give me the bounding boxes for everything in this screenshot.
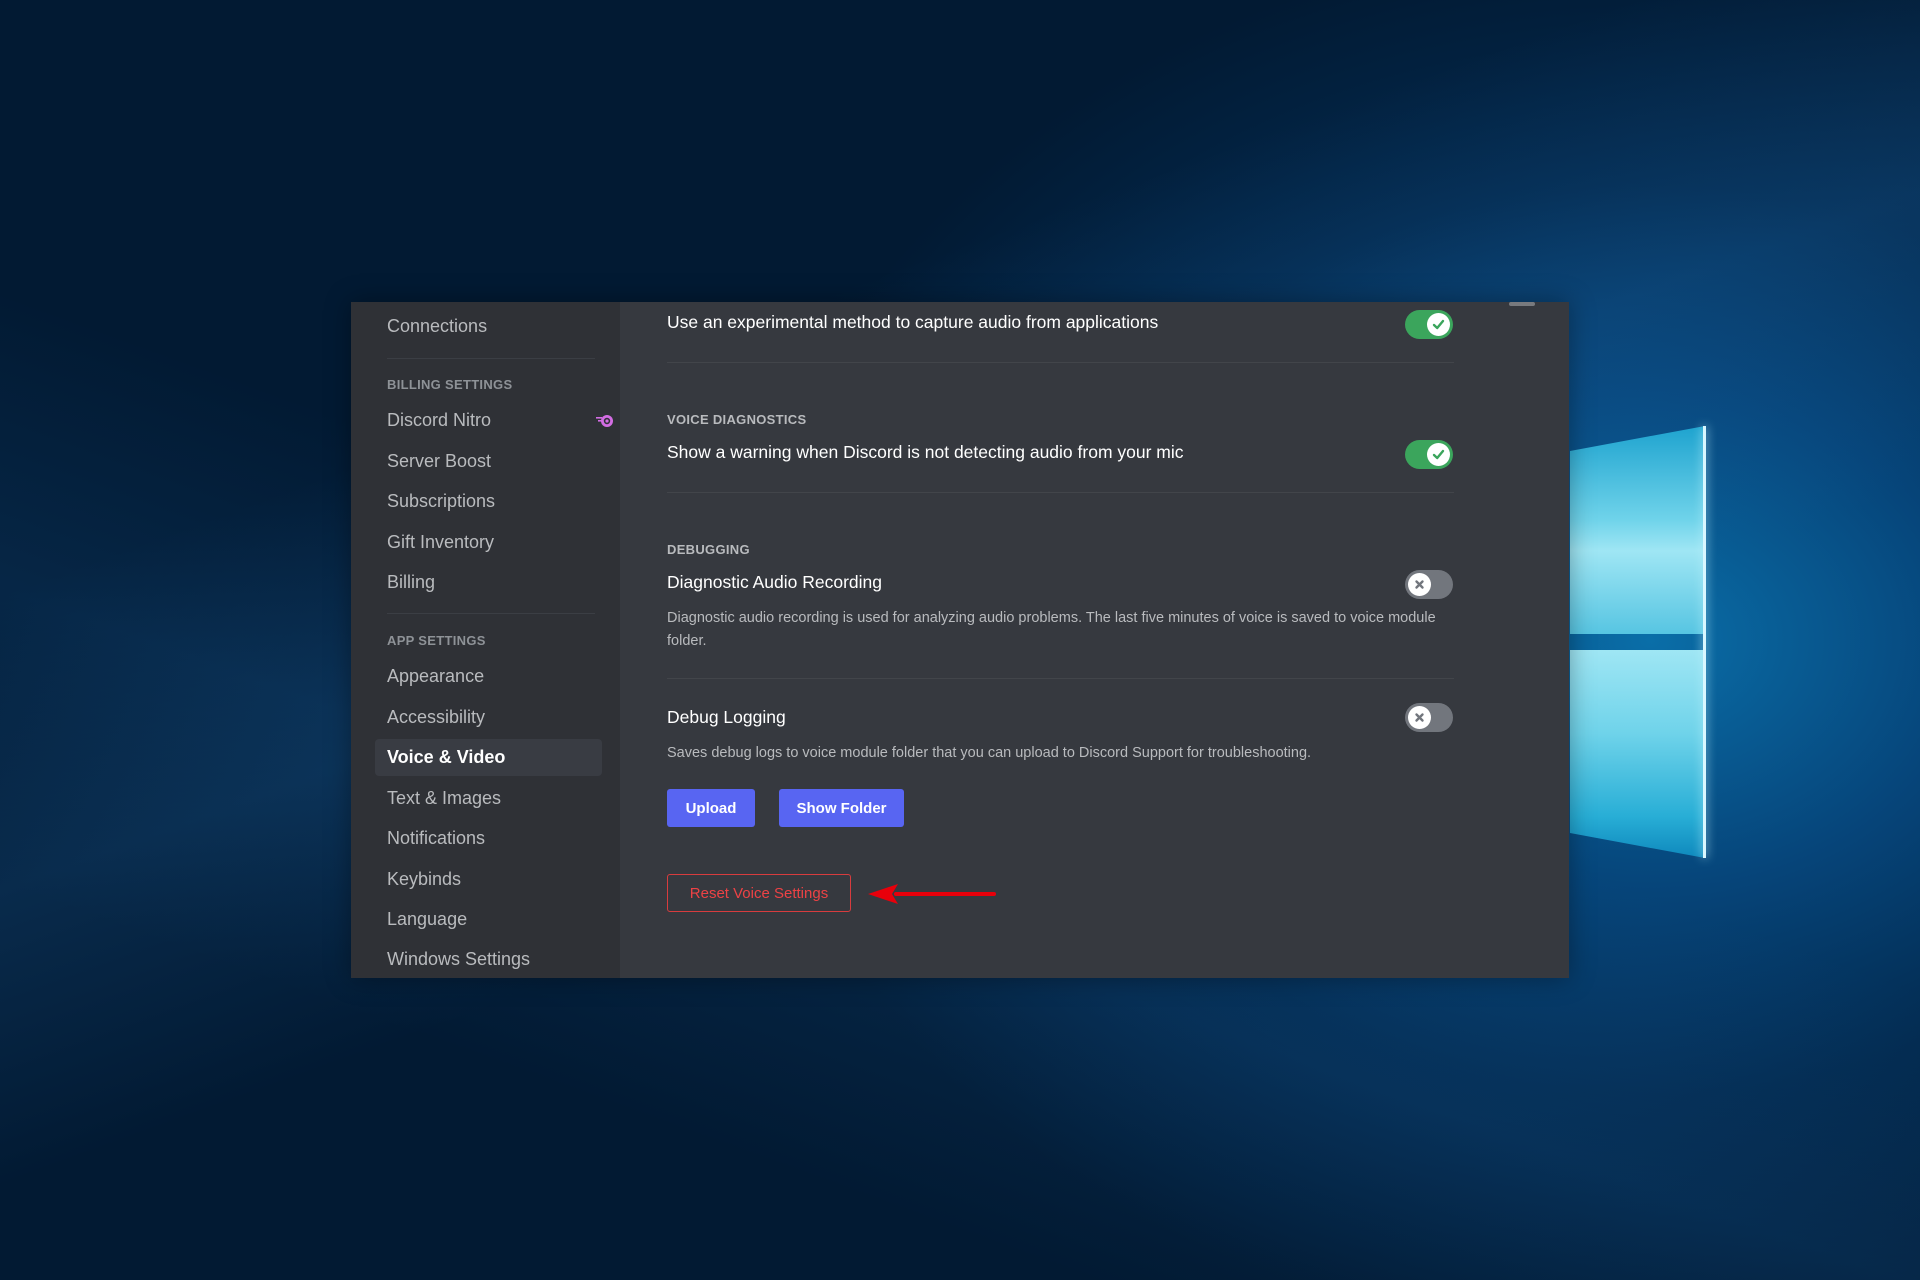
sidebar-item-text-images[interactable]: Text & Images	[375, 780, 602, 817]
sidebar-divider	[387, 613, 595, 614]
debug-logging-title: Debug Logging	[667, 707, 786, 727]
sidebar-item-accessibility[interactable]: Accessibility	[375, 699, 602, 736]
toggle-knob	[1427, 443, 1450, 466]
annotation-arrow-icon	[868, 884, 996, 904]
toggle-knob	[1408, 706, 1431, 729]
section-divider	[667, 678, 1454, 679]
close-icon	[1415, 580, 1424, 589]
windows-logo-edge	[1703, 426, 1706, 858]
sidebar-item-keybinds[interactable]: Keybinds	[375, 861, 602, 898]
settings-sidebar: Connections BILLING SETTINGS Discord Nit…	[351, 302, 620, 978]
sidebar-item-gift-inventory[interactable]: Gift Inventory	[375, 524, 602, 561]
upload-button[interactable]: Upload	[667, 789, 755, 827]
debug-logging-toggle[interactable]	[1405, 703, 1453, 732]
sidebar-header-billing: BILLING SETTINGS	[387, 377, 513, 392]
windows-logo	[1570, 420, 1710, 870]
nitro-icon	[596, 415, 613, 427]
close-icon	[1415, 713, 1424, 722]
debugging-header: DEBUGGING	[667, 542, 750, 557]
sidebar-item-language[interactable]: Language	[375, 901, 602, 938]
show-folder-button[interactable]: Show Folder	[779, 789, 904, 827]
reset-voice-settings-button[interactable]: Reset Voice Settings	[667, 874, 851, 912]
toggle-knob	[1408, 573, 1431, 596]
voice-video-settings-content: Use an experimental method to capture au…	[620, 302, 1569, 978]
sidebar-item-connections[interactable]: Connections	[375, 308, 602, 345]
sidebar-item-notifications[interactable]: Notifications	[375, 820, 602, 857]
experimental-capture-toggle[interactable]	[1405, 310, 1453, 339]
mic-warning-title: Show a warning when Discord is not detec…	[667, 442, 1184, 462]
experimental-capture-title: Use an experimental method to capture au…	[667, 312, 1159, 332]
sidebar-item-voice-video[interactable]: Voice & Video	[375, 739, 602, 776]
sidebar-item-appearance[interactable]: Appearance	[375, 658, 602, 695]
windows-logo-pane-top	[1570, 426, 1705, 634]
sidebar-item-subscriptions[interactable]: Subscriptions	[375, 483, 602, 520]
sidebar-item-label: Discord Nitro	[387, 410, 492, 430]
sidebar-item-discord-nitro[interactable]: Discord Nitro	[375, 402, 613, 439]
mic-warning-toggle[interactable]	[1405, 440, 1453, 469]
sidebar-item-billing[interactable]: Billing	[375, 564, 602, 601]
diagnostic-recording-title: Diagnostic Audio Recording	[667, 572, 882, 592]
checkmark-icon	[1432, 319, 1445, 330]
sidebar-divider	[387, 358, 595, 359]
toggle-knob	[1427, 313, 1450, 336]
diagnostic-recording-toggle[interactable]	[1405, 570, 1453, 599]
section-divider	[667, 362, 1454, 363]
diagnostic-recording-description: Diagnostic audio recording is used for a…	[667, 610, 1436, 649]
voice-diagnostics-header: VOICE DIAGNOSTICS	[667, 412, 807, 427]
sidebar-item-server-boost[interactable]: Server Boost	[375, 443, 602, 480]
sidebar-item-windows-settings[interactable]: Windows Settings	[375, 941, 602, 978]
section-divider	[667, 492, 1454, 493]
sidebar-header-app: APP SETTINGS	[387, 633, 486, 648]
windows-logo-pane-bottom	[1570, 650, 1705, 858]
discord-settings-window: Connections BILLING SETTINGS Discord Nit…	[351, 302, 1569, 978]
debug-logging-description: Saves debug logs to voice module folder …	[667, 745, 1312, 761]
checkmark-icon	[1432, 449, 1445, 460]
